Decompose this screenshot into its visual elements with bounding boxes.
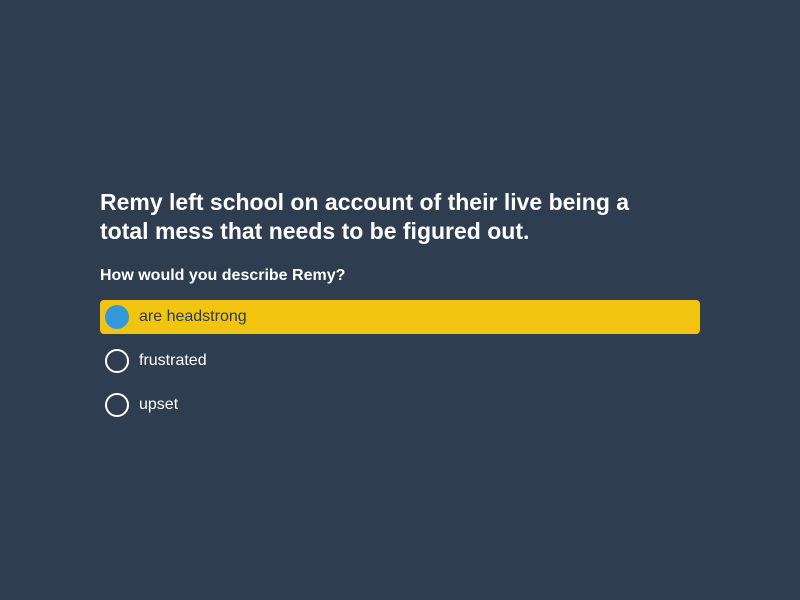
answer-option-label: frustrated: [139, 352, 207, 369]
answer-option-label: are headstrong: [139, 308, 247, 325]
answer-option-frustrated[interactable]: frustrated: [100, 344, 700, 378]
radio-unselected-icon[interactable]: [105, 393, 129, 417]
question-text: Remy left school on account of their liv…: [100, 189, 630, 244]
radio-unselected-icon[interactable]: [105, 349, 129, 373]
answer-option-upset[interactable]: upset: [100, 388, 700, 422]
question-prompt: How would you describe Remy?: [100, 267, 346, 284]
quiz-card: Remy left school on account of their liv…: [100, 188, 700, 432]
answer-option-label: upset: [139, 396, 179, 413]
answer-option-are-headstrong[interactable]: are headstrong: [100, 300, 700, 334]
radio-selected-icon[interactable]: [105, 305, 129, 329]
answer-options: are headstrong frustrated upset: [100, 300, 700, 422]
